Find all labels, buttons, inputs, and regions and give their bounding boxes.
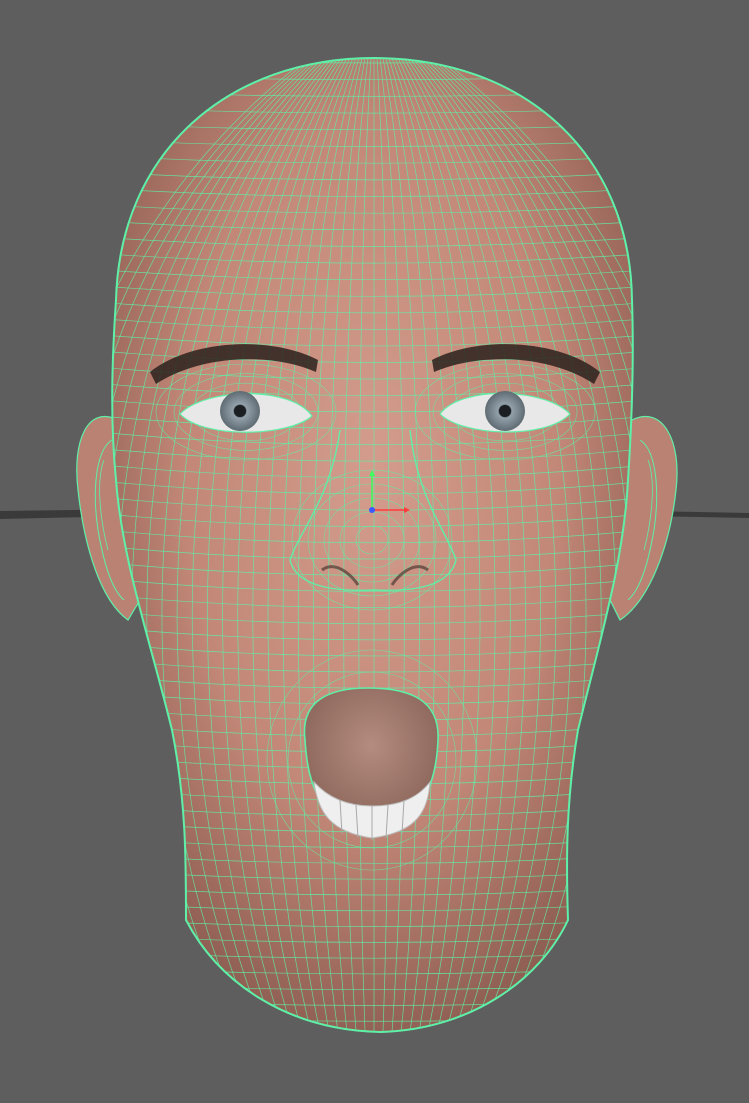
3d-viewport[interactable] [0,0,749,1103]
head-mesh[interactable] [41,57,707,1037]
